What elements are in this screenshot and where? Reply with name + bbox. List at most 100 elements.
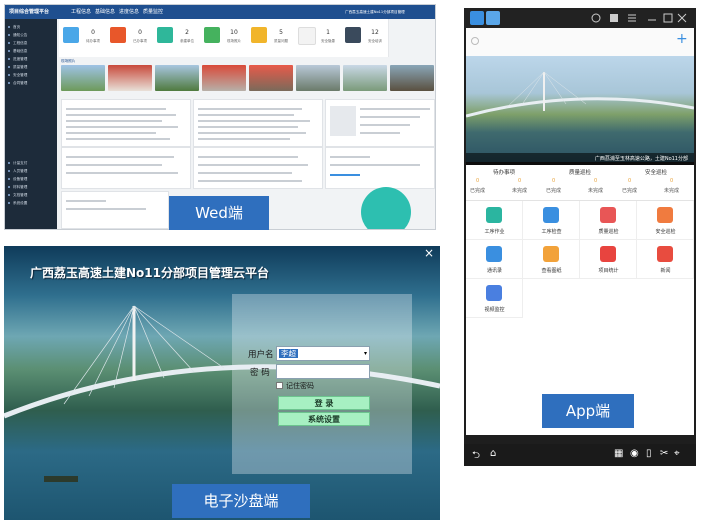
stat-card[interactable]: 0 已办事项	[106, 19, 154, 57]
close-icon[interactable]: ×	[424, 246, 434, 260]
stat-icon	[345, 27, 361, 43]
settings-button[interactable]: 系统设置	[278, 412, 370, 426]
remember-label: 记住密码	[286, 382, 314, 390]
app-logo-icon[interactable]	[486, 11, 500, 25]
tile-news[interactable]: 新闻	[637, 240, 694, 279]
sidebar-item[interactable]: 质量管理	[5, 63, 57, 71]
sidebar-item[interactable]: 材料管理	[5, 183, 57, 191]
sidebar-item[interactable]: 安全管理	[5, 71, 57, 79]
photo-strip	[61, 65, 435, 97]
refresh-icon[interactable]	[470, 36, 480, 46]
bullet-icon	[8, 170, 10, 172]
app-banner-image	[466, 56, 694, 162]
summary-todo[interactable]: 待办事项 0 0 已完成 未完成	[466, 165, 542, 201]
keyboard-icon[interactable]: ▦	[614, 448, 623, 459]
home-icon[interactable]: ⌂	[490, 448, 496, 459]
bullet-icon	[8, 42, 10, 44]
location-icon[interactable]: ⌖	[674, 448, 680, 459]
app-navbar: ⮌ ⌂ ▦ ◉ ▯ ✂ ⌖	[464, 444, 696, 466]
tile-drawings[interactable]: 查看图纸	[523, 240, 580, 279]
banner-caption: 广西荔浦至玉林高速公路，土建No11分部	[466, 153, 694, 165]
sandbox-title: 广西荔玉高速土建No11分部项目管理云平台	[30, 266, 269, 280]
tile-project-stats[interactable]: 项目统计	[580, 240, 637, 279]
sidebar-item[interactable]: 基础信息	[5, 47, 57, 55]
stats-card	[325, 147, 435, 189]
window-controls-icon[interactable]	[590, 12, 690, 24]
star-icon	[600, 207, 616, 223]
photo-thumb[interactable]	[343, 65, 387, 91]
app-label: App端	[542, 394, 634, 428]
bullet-icon	[8, 186, 10, 188]
summary-quality[interactable]: 质量巡检 0 0 已完成 未完成	[542, 165, 618, 201]
stat-icon	[110, 27, 126, 43]
username-input[interactable]: 李超 ▾	[276, 346, 370, 361]
project-image	[330, 106, 356, 136]
tile-process-check[interactable]: 工序检查	[523, 201, 580, 240]
back-icon[interactable]: ⮌	[472, 448, 480, 465]
add-icon[interactable]: +	[676, 31, 688, 47]
web-top-link-4[interactable]: 质量监控	[143, 5, 163, 19]
web-top-link-1[interactable]: 工程信息	[71, 5, 91, 19]
web-top-link-2[interactable]: 基础信息	[95, 5, 115, 19]
photo-thumb[interactable]	[108, 65, 152, 91]
stat-icon	[204, 27, 220, 43]
photo-thumb[interactable]	[202, 65, 246, 91]
notice-card	[61, 99, 191, 147]
sidebar-item[interactable]: 系统设置	[5, 199, 57, 207]
stat-card[interactable]: 0 待办事项	[59, 19, 107, 57]
photo-thumb[interactable]	[249, 65, 293, 91]
app-home-icon[interactable]	[470, 11, 484, 25]
project-info-card	[325, 99, 435, 147]
photo-thumb[interactable]	[61, 65, 105, 91]
eye-icon[interactable]: ◉	[630, 448, 639, 459]
sidebar-item[interactable]: 工程信息	[5, 39, 57, 47]
stat-card[interactable]: 2 参建单位	[153, 19, 201, 57]
login-button[interactable]: 登 录	[278, 396, 370, 410]
web-label: Wed端	[169, 196, 269, 230]
sidebar-item[interactable]: 首页	[5, 23, 57, 31]
clock-icon	[486, 207, 502, 223]
bullet-icon	[8, 194, 10, 196]
sidebar-item[interactable]: 进度管理	[5, 55, 57, 63]
stat-icon	[251, 27, 267, 43]
sidebar-item[interactable]: 计量支付	[5, 159, 57, 167]
photo-thumb[interactable]	[390, 65, 434, 91]
news-icon	[657, 246, 673, 262]
sidebar-item[interactable]: 合同管理	[5, 79, 57, 87]
username-label: 用户名	[248, 350, 274, 360]
password-input[interactable]	[276, 364, 370, 379]
stat-card[interactable]: 5 质量问题	[247, 19, 295, 57]
login-panel	[232, 294, 412, 474]
news-card	[193, 99, 323, 147]
sidebar-item[interactable]: 通知公告	[5, 31, 57, 39]
web-top-link-3[interactable]: 进度信息	[119, 5, 139, 19]
sidebar-item[interactable]: 设备管理	[5, 175, 57, 183]
phone-frame-icon[interactable]: ▯	[646, 448, 652, 459]
tile-quality-inspection[interactable]: 质量巡检	[580, 201, 637, 240]
bullet-icon	[8, 26, 10, 28]
tile-safety-inspection[interactable]: 安全巡检	[637, 201, 694, 240]
sidebar-item[interactable]: 人员管理	[5, 167, 57, 175]
tile-video-monitor[interactable]: 视频监控	[466, 279, 523, 318]
photo-thumb[interactable]	[296, 65, 340, 91]
web-topbar: 项目综合管理平台 工程信息 基础信息 进度信息 质量监控 广西荔玉高速土建No1…	[5, 5, 435, 19]
summary-safety[interactable]: 安全巡检 0 0 已完成 未完成	[618, 165, 694, 201]
stat-card[interactable]: 12 安全培训	[341, 19, 389, 57]
image-icon	[543, 246, 559, 262]
scissors-icon[interactable]: ✂	[660, 448, 668, 459]
app-actionbar: +	[466, 28, 694, 56]
quality-card	[193, 147, 323, 189]
remember-checkbox[interactable]	[276, 382, 283, 389]
tile-process-work[interactable]: 工序作业	[466, 201, 523, 240]
bullet-icon	[8, 162, 10, 164]
web-sidebar: 首页 通知公告 工程信息 基础信息 进度管理 质量管理 安全管理 合同管理 计量…	[5, 19, 57, 229]
bullet-icon	[8, 58, 10, 60]
photo-thumb[interactable]	[155, 65, 199, 91]
bullet-icon	[8, 74, 10, 76]
dropdown-arrow-icon[interactable]: ▾	[364, 347, 367, 360]
tile-contacts[interactable]: 通讯录	[466, 240, 523, 279]
stat-card[interactable]: 1 安全隐患	[294, 19, 342, 57]
stat-card[interactable]: 10 现场照片	[200, 19, 248, 57]
shield-icon	[657, 207, 673, 223]
sidebar-item[interactable]: 文档管理	[5, 191, 57, 199]
